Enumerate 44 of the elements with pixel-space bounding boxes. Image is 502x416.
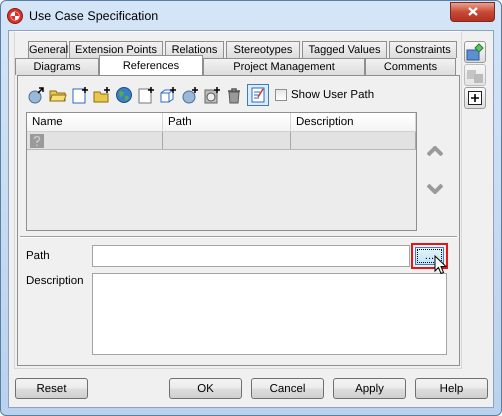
mouse-cursor-icon: [434, 255, 447, 275]
dialog-button[interactable]: Reset: [15, 378, 88, 399]
side-button[interactable]: [464, 41, 486, 63]
tab[interactable]: General: [28, 41, 67, 58]
globe-icon[interactable]: [115, 86, 133, 104]
column-header[interactable]: Name: [27, 113, 163, 131]
tab[interactable]: Constraints: [389, 41, 457, 58]
close-icon: [468, 7, 478, 16]
disc-icon[interactable]: [203, 86, 221, 104]
dialog-button[interactable]: Help: [415, 378, 488, 399]
tab[interactable]: Project Management: [203, 58, 365, 75]
diagram-icon: [466, 43, 484, 61]
new-file-icon[interactable]: [71, 86, 89, 104]
description-field[interactable]: [92, 273, 447, 355]
path-label: Path: [26, 250, 51, 262]
edit-toggle-button[interactable]: [247, 84, 269, 106]
cube-icon[interactable]: [159, 86, 177, 104]
blank-file-icon[interactable]: [137, 86, 155, 104]
description-label: Description: [26, 275, 85, 287]
notepad-icon: [250, 87, 266, 103]
browse-button[interactable]: ...: [415, 247, 444, 265]
checkbox-label: Show User Path: [291, 89, 374, 101]
unknown-icon: [30, 134, 44, 148]
new-folder-icon[interactable]: [93, 86, 111, 104]
column-header[interactable]: Path: [163, 113, 291, 131]
tab[interactable]: Diagrams: [15, 58, 99, 75]
tab[interactable]: References: [99, 55, 203, 75]
dialog-button[interactable]: Apply: [333, 378, 406, 399]
add-icon: [468, 91, 482, 105]
dialog-button[interactable]: Cancel: [251, 378, 324, 399]
side-button[interactable]: [464, 87, 486, 109]
window-title: Use Case Specification: [29, 8, 158, 22]
path-field[interactable]: [92, 245, 410, 267]
dialog-button[interactable]: OK: [169, 378, 242, 399]
sphere-icon[interactable]: [181, 86, 199, 104]
tab[interactable]: Comments: [365, 58, 456, 75]
checkbox[interactable]: [275, 89, 287, 101]
tab[interactable]: Tagged Values: [302, 41, 387, 58]
sphere-arrow-icon[interactable]: [27, 86, 45, 104]
tab[interactable]: Stereotypes: [226, 41, 300, 58]
column-header[interactable]: Description: [291, 113, 416, 131]
app-logo-icon: [7, 8, 23, 24]
trash-icon[interactable]: [225, 86, 243, 104]
close-button[interactable]: [450, 2, 495, 22]
